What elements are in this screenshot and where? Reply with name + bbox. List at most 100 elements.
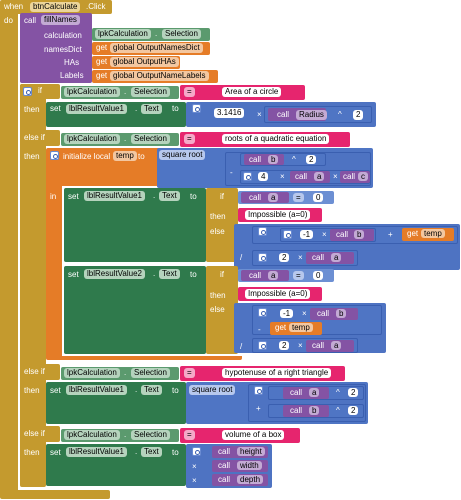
b1-radius-dropdown[interactable]: Radius [296, 110, 327, 120]
b2-a-twoa2-dropdown[interactable]: a [331, 341, 342, 350]
b4-target-dropdown[interactable]: lblResultValue1 [66, 447, 127, 457]
b2-times-op-1: × [280, 172, 285, 181]
sum-mutator-gear-icon[interactable] [254, 386, 263, 395]
b4-prop-text-dropdown[interactable]: Text [141, 447, 162, 457]
b2-b-dropdown[interactable]: b [268, 155, 279, 164]
b2-comp-dropdown[interactable]: lpkCalculation [64, 134, 120, 144]
b2-var-name[interactable]: temp [113, 151, 137, 161]
mutator-gear-icon[interactable] [23, 87, 32, 96]
b2-temp-1-dropdown[interactable]: temp [421, 229, 445, 238]
b2-times-twoa-2: × [298, 341, 303, 350]
then-keyword: then [24, 448, 40, 457]
b2-four-number[interactable]: 4 [258, 172, 269, 181]
b2-zero-cond2[interactable]: 0 [313, 271, 324, 280]
b2-neg-one-1[interactable]: -1 [300, 230, 314, 239]
get-keyword: get [96, 43, 108, 52]
neg-mutator-gear-icon[interactable] [283, 230, 292, 239]
b2-neg-one-2[interactable]: -1 [280, 309, 294, 318]
b2-minus-op-2: - [258, 325, 261, 334]
b2-a-cond1-dropdown[interactable]: a [268, 193, 279, 202]
var-dropdown-namesdict[interactable]: global OutputNamesDict [110, 43, 203, 53]
b2-a-cond2-dropdown[interactable]: a [268, 271, 279, 280]
b1-pi-number[interactable]: 3.1416 [214, 108, 245, 118]
param-calculation: calculation [44, 31, 82, 40]
b2-zero-cond1[interactable]: 0 [313, 193, 324, 202]
b2-eq-operator[interactable]: = [184, 134, 195, 144]
call-keyword: call [249, 193, 262, 202]
b2-init-keyword: initialize local [63, 152, 111, 161]
b2-two-1[interactable]: 2 [279, 253, 290, 262]
var-dropdown-labels[interactable]: global OutputNameLabels [110, 71, 209, 81]
b1-target-dropdown[interactable]: lblResultValue1 [66, 104, 127, 114]
call-keyword: call [218, 461, 231, 470]
b3-b-dropdown[interactable]: b [309, 406, 320, 415]
product-mutator-gear-icon[interactable] [192, 447, 201, 456]
b4-text-literal[interactable]: volume of a box [222, 430, 285, 440]
b2-c-dropdown[interactable]: c [358, 172, 368, 181]
procedure-dropdown[interactable]: fillNames [41, 15, 80, 25]
b3-comp-dropdown[interactable]: lpkCalculation [64, 368, 120, 378]
b3-eq-operator[interactable]: = [184, 368, 195, 378]
calc-dot: . [155, 29, 158, 38]
b2-two-2[interactable]: 2 [279, 341, 290, 350]
b4-prop-dropdown[interactable]: Selection [131, 430, 170, 440]
b1-eq-operator[interactable]: = [184, 87, 195, 97]
b2-impossible-1-text[interactable]: Impossible (a=0) [245, 210, 311, 220]
get-keyword: get [407, 229, 419, 238]
b2-prop2-dropdown[interactable]: Text [159, 269, 180, 279]
b3-prop-dropdown[interactable]: Selection [131, 368, 170, 378]
b2-times-neg-1: × [322, 230, 327, 239]
b2-temp-2-dropdown[interactable]: temp [289, 323, 313, 332]
b2-prop-dropdown[interactable]: Selection [131, 134, 170, 144]
b3-target-dropdown[interactable]: lblResultValue1 [66, 385, 127, 395]
b3-text-literal[interactable]: hypotenuse of a right triangle [222, 368, 332, 378]
b2-eq-cond1[interactable]: = [293, 193, 304, 202]
b4-depth-dropdown[interactable]: depth [237, 475, 264, 484]
if-keyword: if [220, 270, 224, 279]
b1-exp-number[interactable]: 2 [353, 110, 364, 120]
to-keyword: to [172, 448, 179, 457]
twoa-mutator-gear-icon[interactable] [258, 341, 267, 350]
b2-eq-cond2[interactable]: = [293, 271, 304, 280]
sum-mutator-gear-icon[interactable] [258, 227, 267, 236]
event-name: .Click [86, 2, 106, 11]
calc-component-dropdown[interactable]: lpkCalculation [95, 29, 151, 39]
product-mutator-gear-icon[interactable] [243, 172, 252, 181]
b2-target1-dropdown[interactable]: lblResultValue1 [84, 191, 145, 201]
b2-a-dropdown[interactable]: a [314, 172, 325, 181]
b3-exp-a[interactable]: 2 [348, 388, 359, 397]
b4-height-dropdown[interactable]: height [237, 447, 265, 456]
b2-exp-number[interactable]: 2 [306, 155, 317, 164]
else-keyword: else [210, 305, 225, 314]
var-dropdown-has[interactable]: global OutputHAs [110, 57, 179, 67]
b2-target2-dropdown[interactable]: lblResultValue2 [84, 269, 145, 279]
b3-exp-b[interactable]: 2 [348, 406, 359, 415]
b1-text-literal[interactable]: Area of a circle [222, 87, 282, 97]
b2-set2-block[interactable] [64, 266, 206, 354]
b2-sqrt-dropdown[interactable]: square root [159, 150, 206, 160]
b4-target-dot: . [135, 447, 138, 456]
b2-prop1-dropdown[interactable]: Text [159, 191, 180, 201]
b2-b-neg2-dropdown[interactable]: b [336, 309, 347, 318]
b3-a-dropdown[interactable]: a [309, 388, 320, 397]
twoa-mutator-gear-icon[interactable] [258, 253, 267, 262]
b2-text-literal[interactable]: roots of a quadratic equation [222, 134, 330, 144]
b3-prop-text-dropdown[interactable]: Text [141, 385, 162, 395]
b2-b-neg1-dropdown[interactable]: b [354, 230, 365, 239]
b4-comp-dropdown[interactable]: lpkCalculation [64, 430, 120, 440]
multiply-mutator-gear-icon[interactable] [192, 104, 201, 113]
get-keyword: get [275, 323, 287, 332]
init-mutator-gear-icon[interactable] [50, 151, 59, 160]
b4-width-dropdown[interactable]: width [237, 461, 262, 470]
b2-impossible-2-text[interactable]: Impossible (a=0) [245, 289, 311, 299]
b1-prop-text-dropdown[interactable]: Text [141, 104, 162, 114]
b3-sqrt-dropdown[interactable]: square root [189, 385, 236, 395]
b2-a-twoa1-dropdown[interactable]: a [331, 253, 342, 262]
b1-comp-dropdown[interactable]: lpkCalculation [64, 87, 120, 97]
neg-mutator-gear-icon[interactable] [258, 308, 267, 317]
calc-property-dropdown[interactable]: Selection [162, 29, 201, 39]
b4-eq-operator[interactable]: = [184, 430, 195, 440]
b1-prop-dropdown[interactable]: Selection [131, 87, 170, 97]
component-dropdown[interactable]: btnCalculate [30, 2, 81, 12]
call-keyword: call [290, 406, 303, 415]
